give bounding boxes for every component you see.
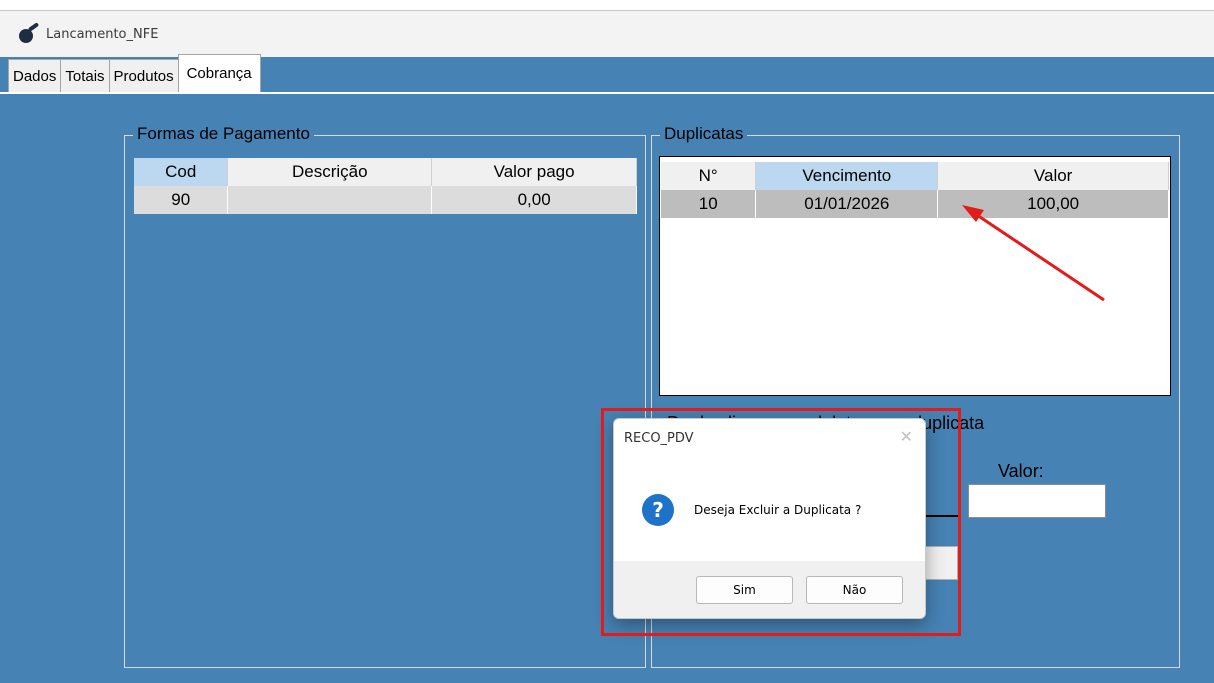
no-button[interactable]: Não — [806, 575, 903, 604]
tab-divider — [0, 92, 1214, 94]
cell-descricao — [227, 186, 433, 214]
dialog-message: Deseja Excluir a Duplicata ? — [694, 503, 862, 517]
cell-vencimento: 01/01/2026 — [755, 190, 939, 218]
add-duplicata-button[interactable] — [925, 546, 958, 580]
valor-input[interactable] — [968, 484, 1106, 518]
cell-numero: 10 — [661, 190, 757, 218]
col-valor-pago-header[interactable]: Valor pago — [431, 158, 637, 186]
tab-strip: Dados Totais Produtos Cobrança — [8, 54, 261, 92]
confirm-dialog: RECO_PDV ✕ ? Deseja Excluir a Duplicata … — [613, 418, 926, 619]
pagamento-header-row: Cod Descrição Valor pago — [134, 158, 637, 186]
col-descricao-header[interactable]: Descrição — [227, 158, 433, 186]
close-icon[interactable]: ✕ — [900, 427, 913, 446]
date-field-underline — [925, 515, 959, 517]
dialog-titlebar: RECO_PDV ✕ — [614, 419, 925, 457]
app-logo-icon — [18, 22, 40, 45]
table-row[interactable]: 10 01/01/2026 100,00 — [661, 190, 1169, 218]
tab-dados[interactable]: Dados — [8, 59, 62, 92]
cell-valor: 100,00 — [937, 190, 1169, 218]
formas-pagamento-group: Formas de Pagamento — [124, 124, 646, 668]
duplicatas-title: Duplicatas — [660, 124, 748, 144]
yes-button[interactable]: Sim — [696, 575, 793, 604]
duplicatas-table[interactable]: N° Vencimento Valor 10 01/01/2026 100,00 — [661, 162, 1169, 218]
window-titlebar: Lancamento_NFE — [0, 11, 1214, 57]
tab-produtos[interactable]: Produtos — [108, 59, 179, 92]
tab-cobranca[interactable]: Cobrança — [177, 54, 261, 92]
col-numero-header[interactable]: N° — [661, 162, 757, 190]
cell-valor-pago: 0,00 — [431, 186, 637, 214]
formas-pagamento-title: Formas de Pagamento — [133, 124, 314, 144]
pagamento-table[interactable]: Cod Descrição Valor pago 90 0,00 — [134, 158, 637, 214]
col-valor-header[interactable]: Valor — [937, 162, 1169, 190]
valor-label: Valor: — [998, 461, 1044, 481]
dialog-footer: Sim Não — [614, 561, 925, 618]
main-window: Lancamento_NFE Dados Totais Produtos Cob… — [0, 10, 1214, 683]
question-icon: ? — [642, 494, 674, 526]
dialog-title: RECO_PDV — [624, 430, 694, 446]
dialog-body: ? Deseja Excluir a Duplicata ? — [614, 457, 925, 563]
window-title: Lancamento_NFE — [46, 26, 159, 42]
col-vencimento-header[interactable]: Vencimento — [755, 162, 939, 190]
tab-totais[interactable]: Totais — [60, 59, 110, 92]
cell-cod: 90 — [134, 186, 229, 214]
table-row[interactable]: 90 0,00 — [134, 186, 637, 214]
col-cod-header[interactable]: Cod — [134, 158, 229, 186]
duplicatas-header-row: N° Vencimento Valor — [661, 162, 1169, 190]
